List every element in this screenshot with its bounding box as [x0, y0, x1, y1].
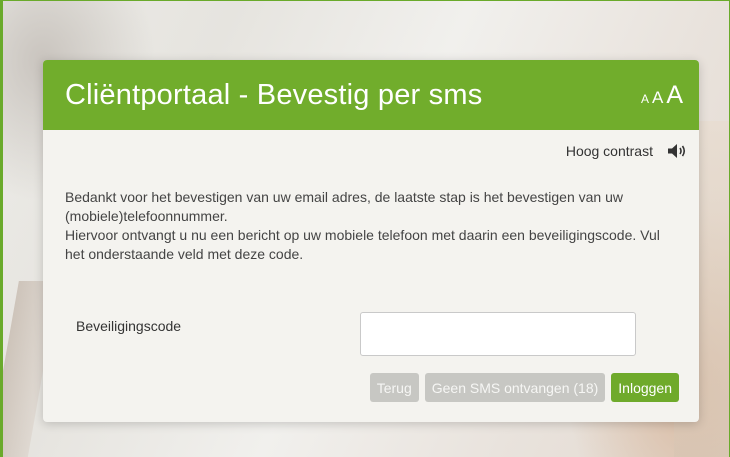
intro-text: Bedankt voor het bevestigen van uw email… [65, 188, 679, 264]
security-code-label: Beveiligingscode [76, 318, 182, 334]
font-size-small-button[interactable]: A [641, 93, 649, 105]
security-code-input[interactable] [360, 312, 636, 356]
intro-paragraph-2: Hiervoor ontvangt u nu een bericht op uw… [65, 227, 660, 262]
intro-paragraph-1: Bedankt voor het bevestigen van uw email… [65, 189, 624, 224]
high-contrast-link[interactable]: Hoog contrast [566, 143, 653, 159]
security-code-row: Beveiligingscode [43, 312, 699, 358]
no-sms-received-button[interactable]: Geen SMS ontvangen (18) [424, 373, 606, 402]
font-size-controls: A A A [641, 82, 683, 108]
font-size-large-button[interactable]: A [666, 82, 683, 108]
page-frame: Cliëntportaal - Bevestig per sms A A A H… [0, 0, 730, 457]
font-size-medium-button[interactable]: A [652, 89, 663, 106]
sms-confirm-card: Cliëntportaal - Bevestig per sms A A A H… [43, 60, 699, 422]
back-button[interactable]: Terug [369, 373, 419, 402]
card-header: Cliëntportaal - Bevestig per sms A A A [43, 60, 699, 130]
action-buttons: Terug Geen SMS ontvangen (18) Inloggen [369, 373, 679, 402]
accessibility-bar: Hoog contrast [43, 130, 699, 162]
page-title: Cliëntportaal - Bevestig per sms [65, 78, 483, 111]
login-button[interactable]: Inloggen [611, 373, 679, 402]
speaker-icon[interactable] [667, 143, 687, 159]
